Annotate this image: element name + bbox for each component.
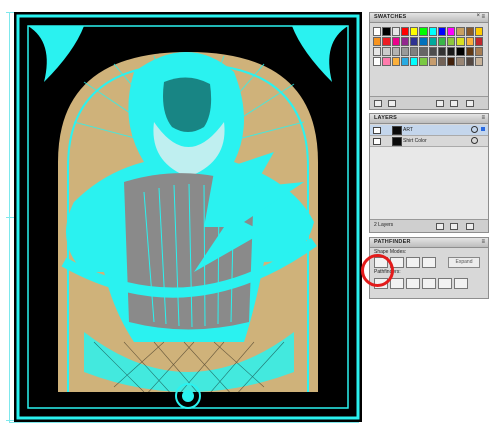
color-swatch[interactable] — [474, 27, 483, 36]
color-swatch[interactable] — [373, 57, 382, 66]
color-swatch[interactable] — [428, 57, 437, 66]
horizontal-guide — [9, 422, 359, 423]
outline-button[interactable] — [438, 278, 452, 289]
new-group-icon[interactable] — [436, 100, 444, 107]
vertical-ruler-guide — [6, 12, 14, 422]
artboard-illustration[interactable] — [14, 12, 362, 422]
color-swatch[interactable] — [465, 27, 474, 36]
swatch-library-icon[interactable] — [374, 100, 382, 107]
color-swatch[interactable] — [447, 57, 456, 66]
highlight-circle — [361, 254, 394, 287]
selection-indicator-icon[interactable] — [481, 127, 485, 131]
swatches-title: SWATCHES — [370, 13, 488, 23]
color-swatch[interactable] — [447, 47, 456, 56]
swatches-toolbar — [370, 96, 488, 109]
layers-panel: LAYERS ≡ ART Shirt Color 2 Layers — [369, 113, 489, 233]
color-swatch[interactable] — [391, 37, 400, 46]
color-swatch[interactable] — [456, 27, 465, 36]
color-swatch[interactable] — [447, 37, 456, 46]
color-swatch[interactable] — [474, 47, 483, 56]
color-swatch[interactable] — [410, 57, 419, 66]
color-swatch[interactable] — [391, 47, 400, 56]
make-clipping-mask-icon[interactable] — [436, 223, 444, 230]
intersect-button[interactable] — [406, 257, 420, 268]
color-swatch[interactable] — [456, 37, 465, 46]
color-swatch[interactable] — [400, 57, 409, 66]
color-swatch[interactable] — [373, 37, 382, 46]
color-swatch[interactable] — [428, 37, 437, 46]
color-swatch[interactable] — [419, 47, 428, 56]
color-swatch[interactable] — [437, 27, 446, 36]
swatches-panel: SWATCHES ≡ × — [369, 12, 489, 110]
color-swatch[interactable] — [400, 27, 409, 36]
color-swatch[interactable] — [447, 27, 456, 36]
visibility-eye-icon[interactable] — [373, 138, 381, 145]
color-swatch[interactable] — [474, 37, 483, 46]
visibility-eye-icon[interactable] — [373, 127, 381, 134]
color-swatch[interactable] — [465, 47, 474, 56]
color-swatch[interactable] — [437, 57, 446, 66]
layer-name: ART — [403, 127, 413, 133]
color-swatch[interactable] — [382, 57, 391, 66]
panel-menu-icon[interactable]: ≡ — [481, 14, 485, 21]
color-swatch[interactable] — [456, 57, 465, 66]
minus-back-button[interactable] — [454, 278, 468, 289]
color-swatch[interactable] — [437, 37, 446, 46]
layer-row-shirt-color[interactable]: Shirt Color — [370, 136, 488, 147]
merge-button[interactable] — [406, 278, 420, 289]
expand-button[interactable]: Expand — [448, 257, 480, 268]
target-icon[interactable] — [471, 137, 478, 144]
panel-menu-icon[interactable]: ≡ — [481, 239, 485, 246]
color-swatch[interactable] — [456, 47, 465, 56]
color-swatch[interactable] — [391, 27, 400, 36]
layers-toolbar: 2 Layers — [370, 219, 488, 232]
crop-button[interactable] — [422, 278, 436, 289]
color-swatch[interactable] — [465, 37, 474, 46]
color-swatch[interactable] — [391, 57, 400, 66]
panel-menu-icon[interactable]: ≡ — [481, 115, 485, 122]
color-swatch[interactable] — [382, 37, 391, 46]
color-swatch[interactable] — [410, 47, 419, 56]
layers-empty-area — [370, 147, 488, 220]
color-swatch[interactable] — [465, 57, 474, 66]
layer-thumbnail — [392, 126, 402, 135]
trash-icon[interactable] — [466, 100, 474, 107]
layer-count: 2 Layers — [374, 222, 394, 228]
layer-thumbnail — [392, 137, 402, 146]
trash-icon[interactable] — [466, 223, 474, 230]
color-swatch[interactable] — [400, 47, 409, 56]
new-layer-icon[interactable] — [450, 223, 458, 230]
color-swatch[interactable] — [428, 47, 437, 56]
color-swatch[interactable] — [419, 57, 428, 66]
layers-title: LAYERS — [370, 114, 488, 124]
color-swatch[interactable] — [419, 37, 428, 46]
close-icon[interactable]: × — [476, 13, 480, 19]
color-swatch[interactable] — [410, 27, 419, 36]
pathfinder-title: PATHFINDER — [370, 238, 488, 248]
medallion-center — [182, 390, 194, 402]
color-swatch[interactable] — [373, 27, 382, 36]
swatch-grid — [373, 27, 483, 66]
color-swatch[interactable] — [382, 47, 391, 56]
layer-name: Shirt Color — [403, 138, 427, 144]
color-swatch[interactable] — [382, 27, 391, 36]
color-swatch[interactable] — [419, 27, 428, 36]
exclude-button[interactable] — [422, 257, 436, 268]
color-swatch[interactable] — [428, 27, 437, 36]
trim-button[interactable] — [390, 278, 404, 289]
target-icon[interactable] — [471, 126, 478, 133]
zeus-face — [163, 77, 212, 132]
color-swatch[interactable] — [474, 57, 483, 66]
color-swatch[interactable] — [410, 37, 419, 46]
color-swatch[interactable] — [400, 37, 409, 46]
color-swatch[interactable] — [437, 47, 446, 56]
new-swatch-icon[interactable] — [450, 100, 458, 107]
show-kinds-icon[interactable] — [388, 100, 396, 107]
layer-row-art[interactable]: ART — [370, 125, 488, 136]
color-swatch[interactable] — [373, 47, 382, 56]
